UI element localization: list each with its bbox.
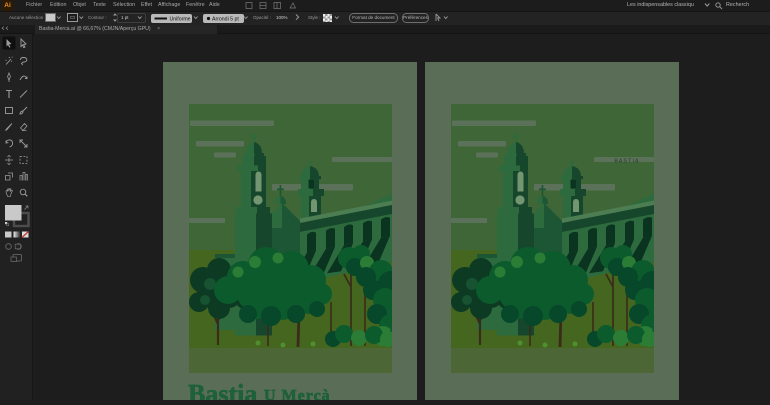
svg-text:Bastia: Bastia (188, 380, 257, 401)
svg-text:BASTIA: BASTIA (614, 159, 639, 165)
svg-text:U Mercà: U Mercà (264, 388, 331, 401)
